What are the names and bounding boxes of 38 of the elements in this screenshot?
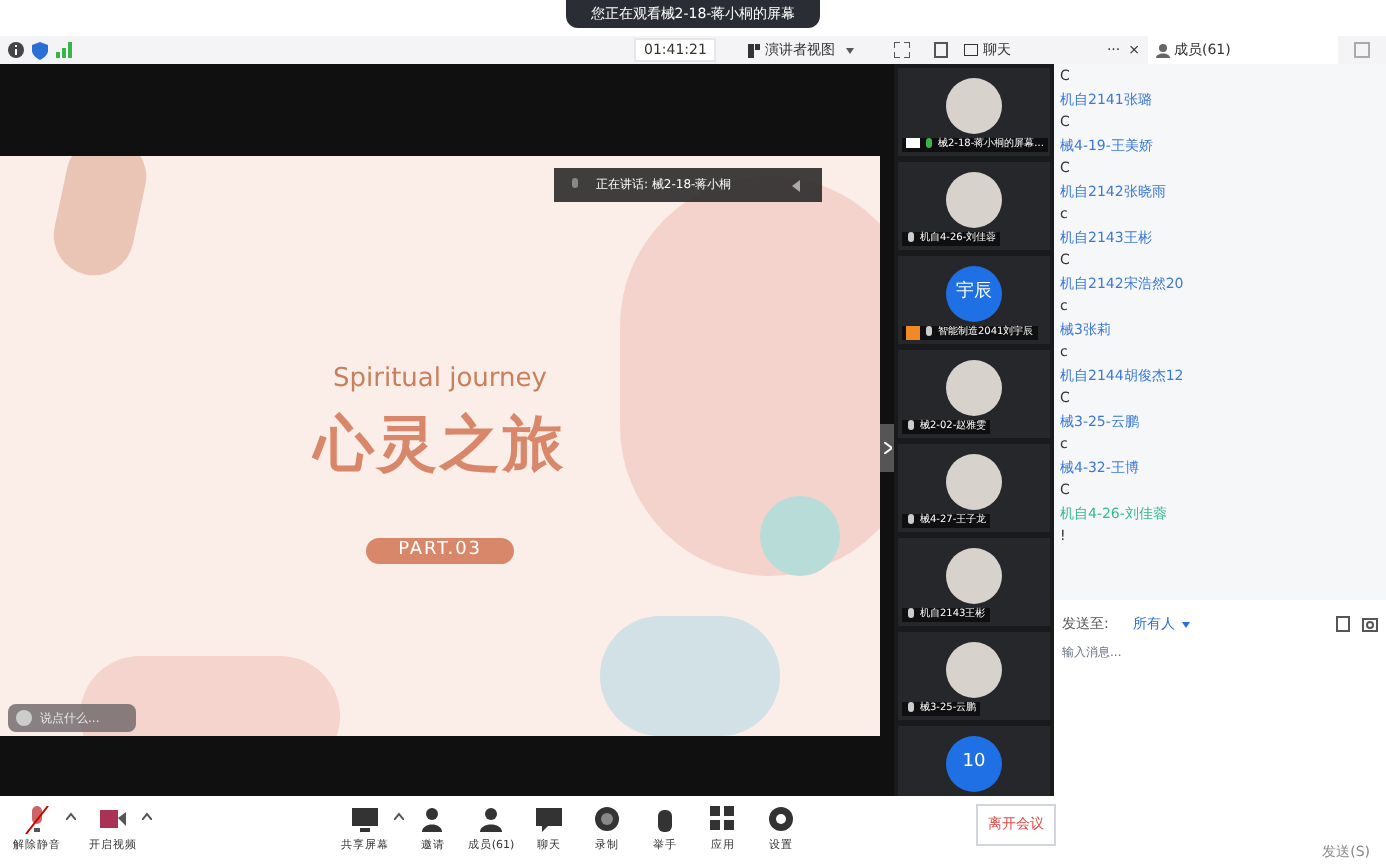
shield-icon[interactable]: [32, 41, 48, 59]
muted-mic-icon: [24, 806, 50, 835]
caret-icon[interactable]: [394, 812, 404, 821]
photo-placeholder: [946, 360, 1002, 416]
chat-icon: [964, 44, 979, 56]
settings-icon: [768, 806, 794, 835]
slide-subtitle: Spiritual journey: [333, 362, 547, 398]
chat-icon: [536, 806, 562, 835]
person-icon: [478, 806, 504, 835]
apps-icon: [710, 806, 736, 835]
person-icon: [420, 806, 446, 835]
photo-placeholder: [946, 642, 1002, 698]
chevron-icon: [883, 442, 891, 454]
part-label: PART.03: [366, 537, 514, 564]
slide-title: 心灵之旅: [314, 407, 566, 483]
initials-avatar: 10: [946, 736, 1002, 792]
window-icon[interactable]: [934, 42, 949, 58]
photo-placeholder: [946, 548, 1002, 604]
screen-icon: [352, 806, 378, 835]
initials-avatar: 宇辰: [946, 266, 1002, 322]
video-tile[interactable]: 10: [898, 726, 1050, 796]
photo-placeholder: [946, 454, 1002, 510]
person-icon: [1156, 43, 1170, 57]
caret-icon[interactable]: [66, 812, 76, 821]
mic-icon: [570, 178, 580, 192]
record-icon: [594, 806, 620, 835]
photo-placeholder: [946, 172, 1002, 228]
info-icon[interactable]: [8, 42, 24, 58]
mic-icon: [924, 137, 934, 152]
collapse-handle[interactable]: [880, 424, 894, 472]
signal-icon: [56, 42, 72, 58]
caret-icon: [1182, 621, 1191, 628]
fullscreen-icon[interactable]: [894, 42, 911, 58]
caret-icon: [846, 47, 855, 53]
caret-icon[interactable]: [142, 812, 152, 821]
photo-placeholder: [946, 78, 1002, 134]
screenshot-icon[interactable]: [1362, 616, 1378, 633]
view-icon: [748, 43, 761, 57]
